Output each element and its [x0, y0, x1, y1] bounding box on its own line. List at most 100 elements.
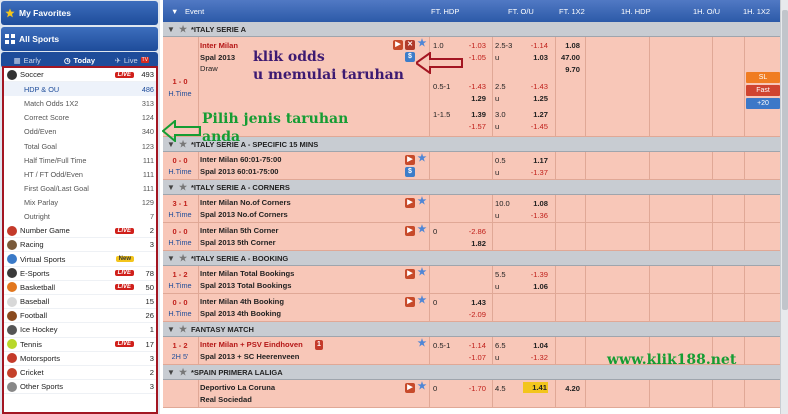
hdp-line: 0 — [433, 227, 438, 236]
sidebar-subitem[interactable]: Mix Parlay 129 — [4, 196, 156, 210]
star-icon[interactable]: ★ — [417, 268, 427, 278]
hdp-home-odds[interactable]: -1.70 — [461, 384, 486, 393]
home-win-odds[interactable]: 1.08 — [555, 41, 580, 50]
all-sports-header[interactable]: All Sports — [1, 27, 158, 51]
star-icon[interactable]: ★ — [417, 296, 427, 306]
over-odds[interactable]: 1.27 — [523, 110, 548, 119]
league-header[interactable]: ▼ ★ *ITALY SERIE A - BOOKING — [163, 251, 780, 266]
star-icon[interactable]: ★ — [179, 367, 191, 378]
sidebar-subitem[interactable]: Match Odds 1X2 313 — [4, 96, 156, 110]
sidebar-item[interactable]: Football 26 — [4, 309, 156, 324]
tv-icon[interactable]: ▶ — [405, 155, 415, 165]
under-label: u — [495, 94, 500, 103]
sidebar-item[interactable]: Soccer LIVE 493 — [4, 68, 156, 83]
tv-icon[interactable]: ▶ — [405, 297, 415, 307]
over-odds[interactable]: 1.08 — [523, 199, 548, 208]
hdp-home-odds[interactable]: 1.43 — [461, 298, 486, 307]
chevron-down-icon[interactable]: ▼ — [171, 7, 178, 16]
sidebar-item[interactable]: Other Sports 3 — [4, 380, 156, 395]
chevron-down-icon[interactable]: ▼ — [163, 254, 179, 263]
tv-icon[interactable]: ▶ — [405, 269, 415, 279]
chevron-down-icon[interactable]: ▼ — [163, 368, 179, 377]
star-icon[interactable]: ★ — [417, 225, 427, 235]
scrollbar-thumb[interactable] — [782, 10, 788, 310]
sidebar-subitem[interactable]: First Goal/Last Goal 111 — [4, 182, 156, 196]
sidebar-subitem[interactable]: HT / FT Odd/Even 111 — [4, 167, 156, 181]
sidebar-item[interactable]: Baseball 15 — [4, 295, 156, 310]
over-odds[interactable]: 1.41 — [523, 382, 548, 393]
sl-button[interactable]: SL — [746, 72, 780, 83]
sidebar-item-count: 2 — [149, 368, 154, 378]
chevron-down-icon[interactable]: ▼ — [163, 183, 179, 192]
more-markets-button[interactable]: +20 — [746, 98, 780, 109]
hdp-home-odds[interactable]: -1.14 — [461, 341, 486, 350]
hdp-away-odds[interactable]: -2.09 — [461, 310, 486, 319]
star-icon[interactable]: ★ — [417, 154, 427, 164]
sidebar-subitem[interactable]: Total Goal 123 — [4, 139, 156, 153]
hdp-away-odds[interactable]: 1.29 — [461, 94, 486, 103]
hdp-away-odds[interactable]: -1.07 — [461, 353, 486, 362]
sidebar-item[interactable]: Basketball LIVE 50 — [4, 281, 156, 295]
draw-odds[interactable]: 9.70 — [555, 65, 580, 74]
star-icon[interactable]: ★ — [417, 382, 427, 392]
match-time: H.Time — [168, 309, 192, 318]
star-icon[interactable]: ★ — [417, 339, 427, 349]
under-odds[interactable]: -1.36 — [523, 211, 548, 220]
home-win-odds[interactable]: 4.20 — [555, 384, 580, 393]
hdp-home-odds[interactable]: 1.39 — [461, 110, 486, 119]
sidebar-subitem[interactable]: Odd/Even 340 — [4, 125, 156, 139]
sidebar-subitem[interactable]: Half Time/Full Time 111 — [4, 153, 156, 167]
scrollbar[interactable] — [780, 0, 788, 414]
sidebar-item[interactable]: Number Game LIVE 2 — [4, 224, 156, 239]
under-odds[interactable]: -1.45 — [523, 122, 548, 131]
hdp-home-odds[interactable]: -1.43 — [461, 82, 486, 91]
hdp-away-odds[interactable]: -1.57 — [461, 122, 486, 131]
my-favorites-header[interactable]: My Favorites — [1, 1, 158, 25]
chevron-down-icon[interactable]: ▼ — [163, 325, 179, 334]
over-odds[interactable]: -1.14 — [523, 41, 548, 50]
live-badge: LIVE — [114, 341, 134, 348]
over-odds[interactable]: 1.04 — [523, 341, 548, 350]
over-odds[interactable]: -1.43 — [523, 82, 548, 91]
cashout-icon[interactable]: $ — [405, 167, 415, 177]
sidebar-subitem[interactable]: Correct Score 124 — [4, 111, 156, 125]
sidebar-subitem[interactable]: HDP & OU 486 — [4, 82, 156, 97]
sidebar-subitem[interactable]: Outright 7 — [4, 210, 156, 224]
star-icon[interactable]: ★ — [179, 24, 191, 35]
star-icon[interactable]: ★ — [417, 39, 427, 49]
tv-icon[interactable]: ▶ — [405, 198, 415, 208]
hdp-home-odds[interactable]: -1.03 — [461, 41, 486, 50]
stats-icon[interactable]: ✕ — [405, 40, 415, 50]
under-odds[interactable]: 1.06 — [523, 282, 548, 291]
sidebar-item[interactable]: Racing 3 — [4, 238, 156, 253]
league-header[interactable]: ▼ ★ *ITALY SERIE A — [163, 22, 780, 37]
star-icon[interactable]: ★ — [179, 253, 191, 264]
chevron-down-icon[interactable]: ▼ — [163, 25, 179, 34]
sidebar-item[interactable]: Ice Hockey 1 — [4, 323, 156, 338]
tv-icon[interactable]: ▶ — [405, 226, 415, 236]
star-icon[interactable]: ★ — [179, 324, 191, 335]
under-odds[interactable]: -1.37 — [523, 168, 548, 177]
hdp-home-odds[interactable]: -2.86 — [461, 227, 486, 236]
sidebar-item-count: 50 — [145, 282, 154, 292]
sidebar-item[interactable]: Tennis LIVE 17 — [4, 338, 156, 352]
star-icon[interactable]: ★ — [179, 182, 191, 193]
over-odds[interactable]: -1.39 — [523, 270, 548, 279]
sidebar-item[interactable]: Motorsports 3 — [4, 352, 156, 366]
sidebar-item[interactable]: Cricket 2 — [4, 366, 156, 381]
under-odds[interactable]: 1.03 — [523, 53, 548, 62]
sidebar-item[interactable]: E-Sports LIVE 78 — [4, 267, 156, 281]
cashout-icon[interactable]: $ — [405, 52, 415, 62]
league-header[interactable]: ▼ ★ FANTASY MATCH — [163, 322, 780, 337]
over-odds[interactable]: 1.17 — [523, 156, 548, 165]
tv-icon[interactable]: ▶ — [405, 383, 415, 393]
star-icon[interactable]: ★ — [417, 197, 427, 207]
fast-button[interactable]: Fast — [746, 85, 780, 96]
under-odds[interactable]: -1.32 — [523, 353, 548, 362]
hdp-away-odds[interactable]: 1.82 — [461, 239, 486, 248]
away-win-odds[interactable]: 47.00 — [555, 53, 580, 62]
league-header[interactable]: ▼ ★ *ITALY SERIE A - CORNERS — [163, 180, 780, 195]
under-odds[interactable]: 1.25 — [523, 94, 548, 103]
sidebar-item[interactable]: Virtual Sports New — [4, 252, 156, 267]
hdp-away-odds[interactable]: -1.05 — [461, 53, 486, 62]
